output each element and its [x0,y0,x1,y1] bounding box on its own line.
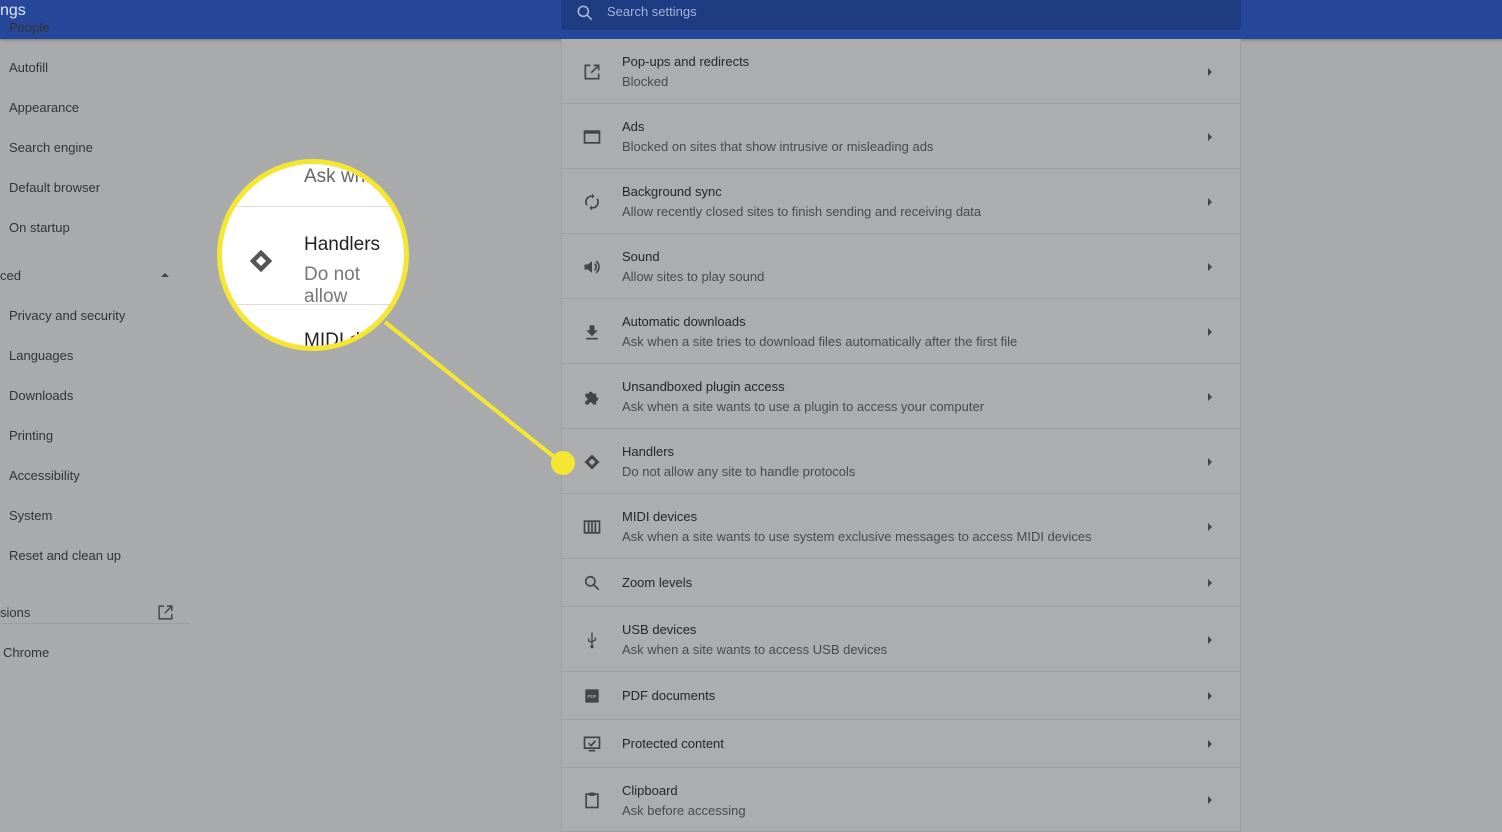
sidebar-item[interactable]: Downloads [9,388,73,403]
magnifier-title: Handlers [304,234,381,255]
setting-title: Ads [622,119,645,134]
setting-row-pop-ups-and-redirects[interactable]: Pop-ups and redirects Blocked [562,39,1242,104]
download-icon [582,322,602,342]
chevron-right-icon[interactable] [1208,692,1212,700]
setting-row-clipboard[interactable]: Clipboard Ask before accessing [562,768,1242,832]
setting-description: Ask before accessing [622,803,746,818]
setting-title: Handlers [622,444,675,459]
sidebar-item[interactable]: System [9,508,52,523]
search-input[interactable]: Search settings [561,0,1241,30]
header: ngs Search settings [0,0,1502,39]
speaker-icon [582,257,602,277]
setting-row-automatic-downloads[interactable]: Automatic downloads Ask when a site tries… [562,299,1242,364]
puzzle-icon [582,387,602,407]
sidebar-item[interactable]: Reset and clean up [9,548,121,563]
search-icon [582,573,602,593]
sidebar-item[interactable]: Privacy and security [9,308,125,323]
sidebar-item[interactable]: Printing [9,428,53,443]
page-title: ngs [0,2,26,19]
sidebar-item[interactable]: Default browser [9,180,100,195]
setting-row-handlers[interactable]: Handlers Do not allow any site to handle … [562,429,1242,494]
chevron-right-icon[interactable] [1208,392,1212,401]
collapse-arrow-icon[interactable] [161,273,169,277]
setting-row-protected-content[interactable]: Protected content [562,720,1242,768]
search-icon [577,5,593,21]
usb-icon [582,630,602,650]
sync-icon [582,192,602,212]
setting-title: MIDI devices [622,509,698,524]
setting-title: Zoom levels [622,575,693,590]
setting-description: Blocked on sites that show intrusive or … [622,139,934,154]
setting-title: USB devices [622,622,697,637]
handlers-icon [249,249,273,273]
magnifier-sub: Do not allow [304,264,360,307]
setting-description: Do not allow any site to handle protocol… [622,464,856,479]
chevron-right-icon[interactable] [1208,740,1212,748]
content-settings-list: Pop-ups and redirects Blocked Ads Blocked o… [561,39,1242,832]
setting-description: Ask when a site wants to use system excl… [622,529,1092,544]
setting-title: Clipboard [622,783,678,798]
sidebar-divider [0,623,190,624]
chevron-right-icon[interactable] [1208,635,1212,644]
chevron-right-icon[interactable] [1208,327,1212,336]
chevron-right-icon[interactable] [1208,132,1212,141]
sidebar-advanced[interactable]: ced [0,268,21,283]
setting-description: Ask when a site tries to download files … [622,334,1018,349]
setting-row-sound[interactable]: Sound Allow sites to play sound [562,234,1242,299]
chevron-right-icon[interactable] [1208,197,1212,206]
setting-row-ads[interactable]: Ads Blocked on sites that show intrusive … [562,104,1242,169]
chevron-right-icon[interactable] [1208,457,1212,466]
search-placeholder: Search settings [607,4,697,19]
setting-description: Allow recently closed sites to finish se… [622,204,982,219]
setting-title: Protected content [622,736,724,751]
setting-description: Ask when a site wants to access USB devi… [622,642,888,657]
callout-dot [551,451,575,475]
window-icon [582,127,602,147]
sidebar-item[interactable]: Appearance [9,100,79,115]
chevron-right-icon[interactable] [1208,262,1212,271]
sidebar-item[interactable]: On startup [9,220,70,235]
chevron-right-icon[interactable] [1208,67,1212,76]
piano-icon [582,517,602,537]
protected-content-icon [582,734,602,754]
sidebar-extensions[interactable]: sions [0,605,30,620]
setting-title: Unsandboxed plugin access [622,379,785,394]
pdf-icon: PDF [582,686,602,706]
setting-row-pdf-documents[interactable]: PDF PDF documents [562,672,1242,720]
magnifier: Ask wh Handlers Do not allow MIDI d [217,159,409,351]
handlers-icon [582,452,602,472]
sidebar-item[interactable]: People [9,20,49,35]
setting-description: Ask when a site wants to use a plugin to… [622,399,985,414]
magnifier-below: MIDI d [304,330,360,351]
chevron-right-icon[interactable] [1208,522,1212,531]
chevron-right-icon[interactable] [1208,579,1212,587]
open-in-new-icon [582,62,602,82]
setting-description: Allow sites to play sound [622,269,765,284]
sidebar-item[interactable]: Autofill [9,60,48,75]
setting-title: Background sync [622,184,722,199]
setting-row-midi-devices[interactable]: MIDI devices Ask when a site wants to use… [562,494,1242,559]
chevron-right-icon[interactable] [1208,796,1212,804]
callout-line [383,320,563,464]
sidebar-item[interactable]: Search engine [9,140,93,155]
setting-row-unsandboxed-plugin-access[interactable]: Unsandboxed plugin access Ask when a site… [562,364,1242,429]
clipboard-icon [582,790,602,810]
sidebar-item[interactable]: Accessibility [9,468,80,483]
setting-row-usb-devices[interactable]: USB devices Ask when a site wants to acce… [562,607,1242,672]
setting-row-zoom-levels[interactable]: Zoom levels [562,559,1242,607]
setting-title: Sound [622,249,660,264]
setting-title: PDF documents [622,688,716,703]
setting-row-background-sync[interactable]: Background sync Allow recently closed sit… [562,169,1242,234]
svg-text:PDF: PDF [587,694,596,699]
setting-description: Blocked [622,74,669,89]
magnifier-above: Ask wh [304,166,366,187]
sidebar-item[interactable]: Languages [9,348,73,363]
sidebar-about-chrome[interactable]: Chrome [3,645,49,660]
setting-title: Automatic downloads [622,314,746,329]
setting-title: Pop-ups and redirects [622,54,750,69]
